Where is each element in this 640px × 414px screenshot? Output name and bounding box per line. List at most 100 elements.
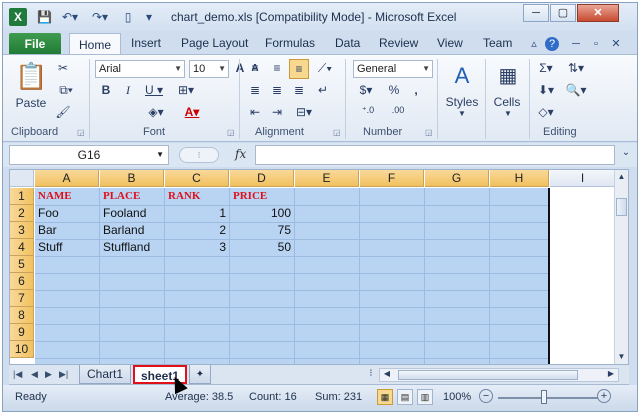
font-size-select[interactable]: 10 ▼	[189, 60, 229, 78]
worksheet-grid[interactable]: A B C D E F G H I 1 2 3 4 5 6 7 8 9 10 N…	[9, 169, 629, 365]
align-bottom-icon[interactable]: ≡	[289, 59, 309, 79]
new-document-icon[interactable]: ▯	[121, 9, 135, 25]
column-header-h[interactable]: H	[490, 170, 549, 187]
zoom-out-icon[interactable]: −	[479, 389, 493, 403]
insert-function-icon[interactable]: fx	[235, 147, 246, 161]
number-format-select[interactable]: General ▼	[353, 60, 433, 78]
font-launcher-icon[interactable]: ◲	[227, 128, 235, 137]
fill-icon[interactable]: ⬇▾	[535, 83, 557, 97]
horizontal-scrollbar[interactable]: ◀ ▶	[379, 368, 619, 382]
workbook-minimize-icon[interactable]: ─	[569, 37, 583, 51]
find-select-icon[interactable]: 🔍▾	[563, 83, 589, 97]
cells-icon[interactable]: ▦	[495, 61, 521, 91]
prev-sheet-icon[interactable]: ◀	[31, 369, 38, 380]
row-header-3[interactable]: 3	[10, 222, 34, 239]
italic-icon[interactable]: I	[121, 83, 135, 98]
cell-b3[interactable]: Barland	[103, 222, 144, 239]
zoom-slider-thumb[interactable]	[541, 390, 547, 404]
decrease-indent-icon[interactable]: ⇤	[247, 105, 263, 119]
row-header-5[interactable]: 5	[10, 256, 34, 273]
redo-icon[interactable]: ↷▾	[89, 9, 111, 25]
cell-b4[interactable]: Stuffland	[103, 239, 150, 256]
row-header-8[interactable]: 8	[10, 307, 34, 324]
column-header-a[interactable]: A	[35, 170, 99, 187]
minimize-button[interactable]: ─	[523, 4, 549, 22]
customize-qat-icon[interactable]: ▾	[143, 9, 155, 25]
decrease-decimal-icon[interactable]: .00	[385, 105, 411, 115]
cell-c2[interactable]: 1	[165, 205, 226, 222]
column-header-b[interactable]: B	[100, 170, 164, 187]
tab-page-layout[interactable]: Page Layout	[181, 36, 248, 50]
row-header-4[interactable]: 4	[10, 239, 34, 256]
sort-filter-icon[interactable]: ⇅▾	[563, 61, 589, 75]
help-icon[interactable]: ?	[545, 37, 559, 51]
align-left-icon[interactable]: ≣	[247, 83, 263, 97]
align-center-icon[interactable]: ≣	[269, 83, 285, 97]
cell-c3[interactable]: 2	[165, 222, 226, 239]
zoom-in-icon[interactable]: +	[597, 389, 611, 403]
tab-split-handle[interactable]: ⁝	[367, 368, 375, 379]
column-header-c[interactable]: C	[165, 170, 229, 187]
alignment-launcher-icon[interactable]: ◲	[333, 128, 341, 137]
cell-b2[interactable]: Fooland	[103, 205, 146, 222]
column-header-d[interactable]: D	[230, 170, 294, 187]
tab-insert[interactable]: Insert	[131, 36, 161, 50]
grow-font-icon[interactable]: A	[233, 61, 247, 75]
insert-sheet-icon[interactable]: ✦	[189, 365, 211, 384]
align-middle-icon[interactable]: ≡	[269, 61, 285, 75]
cell-a4[interactable]: Stuff	[38, 239, 62, 256]
cell-b1[interactable]: PLACE	[103, 188, 140, 205]
row-header-2[interactable]: 2	[10, 205, 34, 222]
formula-input[interactable]	[255, 145, 615, 165]
font-color-icon[interactable]: A▾	[179, 105, 205, 119]
clipboard-launcher-icon[interactable]: ◲	[77, 128, 85, 137]
align-top-icon[interactable]: ≡	[247, 61, 263, 75]
column-header-e[interactable]: E	[295, 170, 359, 187]
fill-color-icon[interactable]: ◈▾	[143, 105, 169, 119]
scroll-left-icon[interactable]: ◀	[382, 369, 392, 378]
tab-home[interactable]: Home	[69, 33, 122, 55]
underline-icon[interactable]: U ▾	[143, 83, 165, 97]
page-break-view-icon[interactable]: ▥	[417, 389, 433, 405]
paste-button[interactable]: Paste	[13, 96, 49, 110]
maximize-button[interactable]: ▢	[550, 4, 576, 22]
scroll-up-icon[interactable]: ▲	[616, 172, 627, 181]
autosum-icon[interactable]: Σ▾	[535, 61, 557, 75]
cut-icon[interactable]: ✂	[55, 61, 71, 75]
column-header-g[interactable]: G	[425, 170, 489, 187]
select-all-button[interactable]	[10, 170, 34, 187]
cell-d2[interactable]: 100	[230, 205, 291, 222]
close-button[interactable]: ✕	[577, 4, 619, 22]
tab-file[interactable]: File	[9, 33, 61, 55]
wrap-text-icon[interactable]: ↵	[315, 83, 331, 97]
cell-d4[interactable]: 50	[230, 239, 291, 256]
scroll-down-icon[interactable]: ▼	[616, 352, 627, 361]
increase-decimal-icon[interactable]: ⁺.0	[355, 105, 381, 116]
name-box[interactable]: G16 ▼	[9, 145, 169, 165]
tab-formulas[interactable]: Formulas	[265, 36, 315, 50]
row-header-6[interactable]: 6	[10, 273, 34, 290]
column-header-f[interactable]: F	[360, 170, 424, 187]
cell-a1[interactable]: NAME	[38, 188, 72, 205]
sheet-tab-chart1[interactable]: Chart1	[79, 365, 131, 384]
horizontal-scroll-thumb[interactable]	[398, 370, 578, 380]
cell-c4[interactable]: 3	[165, 239, 226, 256]
borders-icon[interactable]: ⊞▾	[175, 83, 197, 97]
tab-team[interactable]: Team	[483, 36, 512, 50]
align-right-icon[interactable]: ≣	[291, 83, 307, 97]
next-sheet-icon[interactable]: ▶	[45, 369, 52, 380]
number-launcher-icon[interactable]: ◲	[425, 128, 433, 137]
bold-icon[interactable]: B	[99, 83, 113, 97]
tab-view[interactable]: View	[437, 36, 463, 50]
cell-c1[interactable]: RANK	[168, 188, 200, 205]
expand-formula-icon[interactable]: ⌄	[619, 147, 633, 158]
format-painter-icon[interactable]: 🖌	[55, 105, 71, 119]
increase-indent-icon[interactable]: ⇥	[269, 105, 285, 119]
comma-style-icon[interactable]: ,	[409, 83, 423, 97]
workbook-close-icon[interactable]: ✕	[609, 37, 623, 51]
page-layout-view-icon[interactable]: ▤	[397, 389, 413, 405]
font-name-select[interactable]: Arial ▼	[95, 60, 185, 78]
row-header-1[interactable]: 1	[10, 188, 34, 205]
cell-d1[interactable]: PRICE	[233, 188, 267, 205]
cell-d3[interactable]: 75	[230, 222, 291, 239]
